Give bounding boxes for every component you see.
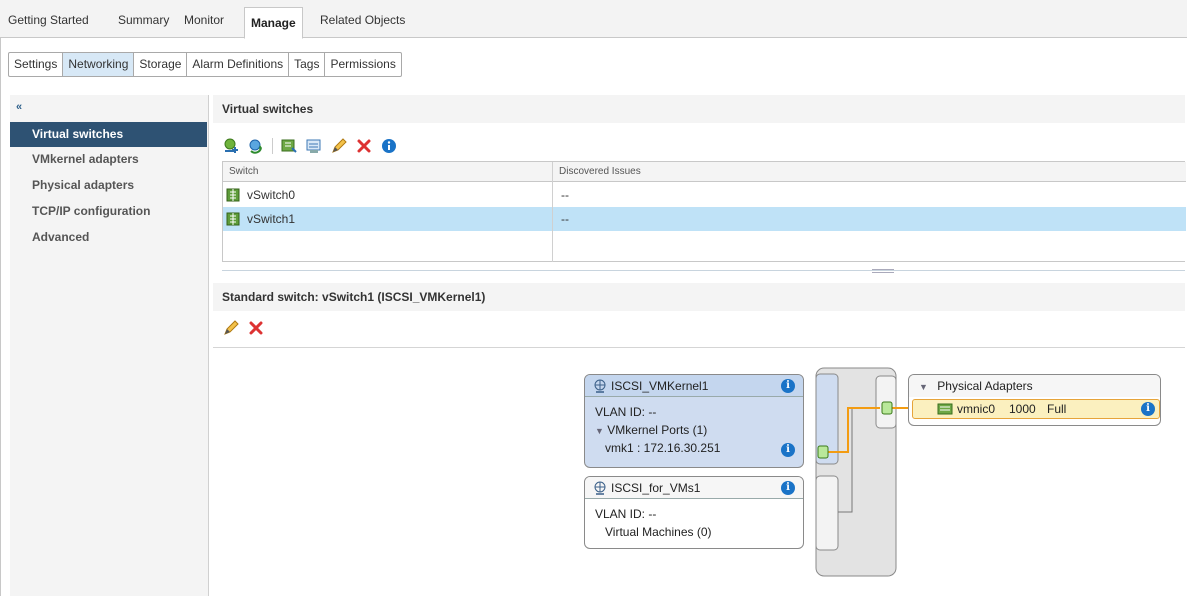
info-icon[interactable]: i [781,443,795,457]
table-row-vswitch0[interactable]: vSwitch0 -- [223,183,1186,207]
info-icon[interactable]: i [781,379,795,393]
nav-item-advanced[interactable]: Advanced [10,225,207,250]
nav-item-vmkernel-adapters[interactable]: VMkernel adapters [10,147,207,172]
diagram-divider [213,347,1185,348]
nav-item-virtual-switches[interactable]: Virtual switches [10,122,207,147]
subtab-storage[interactable]: Storage [133,52,188,77]
add-physical-adapter-icon[interactable] [280,137,298,155]
info-icon[interactable]: i [781,481,795,495]
switch-port-panel-2 [815,475,839,551]
physical-adapters-box: ▼ Physical Adapters vmnic0 1000 Full i [908,374,1161,426]
nav-item-tcpip-configuration[interactable]: TCP/IP configuration [10,199,207,224]
column-header-switch[interactable]: Switch [223,162,552,182]
virtual-switches-header: Virtual switches [213,95,1185,123]
migrate-icon[interactable] [305,137,323,155]
virtual-switch-icon [226,212,240,226]
virtual-switches-toolbar [222,136,405,156]
standard-switch-toolbar [222,318,272,338]
left-nav: « Virtual switches VMkernel adapters Phy… [10,95,209,596]
physical-adapters-title[interactable]: ▼ Physical Adapters [909,375,1160,397]
nic-card-icon [937,403,953,415]
add-host-networking-icon[interactable] [222,137,240,155]
tab-getting-started[interactable]: Getting Started [2,6,95,34]
tab-monitor[interactable]: Monitor [178,6,230,34]
vmkernel-ports-toggle[interactable]: ▼ VMkernel Ports (1) [595,423,707,437]
adapter-name: vmnic0 [957,402,996,416]
virtual-switch-icon [226,188,240,202]
column-header-discovered-issues[interactable]: Discovered Issues [553,162,1186,182]
port-group-title: ISCSI_VMKernel1 [585,375,803,397]
sub-tab-bar: Settings Networking Storage Alarm Defini… [8,52,402,77]
edit-pencil-icon[interactable] [330,137,348,155]
vlan-id: VLAN ID: -- [595,405,657,419]
nav-item-physical-adapters[interactable]: Physical adapters [10,173,207,198]
info-icon[interactable] [380,137,398,155]
expand-triangle-icon: ▼ [595,426,604,436]
discovered-issues-value: -- [561,212,569,226]
switch-name: vSwitch0 [247,188,296,202]
subtab-settings[interactable]: Settings [8,52,64,77]
subtab-networking[interactable]: Networking [62,52,135,77]
standard-switch-header: Standard switch: vSwitch1 (ISCSI_VMKerne… [213,283,1185,311]
info-icon[interactable]: i [1141,402,1155,416]
column-divider [552,162,553,262]
subtab-permissions[interactable]: Permissions [324,52,402,77]
virtual-machines-label: Virtual Machines (0) [605,525,712,539]
tab-summary[interactable]: Summary [112,6,175,34]
table-row-vswitch1[interactable]: vSwitch1 -- [223,207,1186,231]
port-group-name: ISCSI_for_VMs1 [611,481,701,495]
delete-x-icon[interactable] [355,137,373,155]
port-group-title: ISCSI_for_VMs1 [585,477,803,499]
refresh-icon[interactable] [247,137,265,155]
splitter-grip-icon[interactable] [872,269,894,273]
left-edge-border [0,38,5,596]
delete-x-icon[interactable] [247,319,265,337]
vmkernel-port-entry[interactable]: vmk1 : 172.16.30.251 [605,441,720,455]
collapse-double-chevron-icon[interactable]: « [16,101,22,113]
switch-name: vSwitch1 [247,212,296,226]
virtual-switches-table: Switch Discovered Issues vSwitch0 -- vSw… [222,161,1186,262]
vmkernel-ports-label: VMkernel Ports (1) [607,423,708,437]
port-connector-icon [817,445,829,459]
port-group-iscsi-vmkernel1[interactable]: ISCSI_VMKernel1 i VLAN ID: -- ▼ VMkernel… [584,374,804,468]
physical-adapters-label: Physical Adapters [937,379,1033,393]
uplink-connector-icon [881,401,893,415]
top-tab-bar: Getting Started Summary Monitor Manage R… [0,0,1187,39]
subtab-tags[interactable]: Tags [288,52,326,77]
expand-triangle-icon: ▼ [919,382,928,392]
subtab-alarm-definitions[interactable]: Alarm Definitions [186,52,290,77]
adapter-speed: 1000 [1009,402,1036,416]
network-globe-icon [594,481,606,495]
tab-related-objects[interactable]: Related Objects [314,6,411,34]
toolbar-separator [272,138,273,154]
vlan-id: VLAN ID: -- [595,507,657,521]
network-globe-icon [594,379,606,393]
pane-splitter[interactable] [222,270,1185,271]
discovered-issues-value: -- [561,188,569,202]
adapter-duplex: Full [1047,402,1067,416]
edit-pencil-icon[interactable] [222,319,240,337]
port-group-name: ISCSI_VMKernel1 [611,379,709,393]
tab-manage[interactable]: Manage [244,7,303,39]
port-group-iscsi-for-vms1[interactable]: ISCSI_for_VMs1 i VLAN ID: -- Virtual Mac… [584,476,804,549]
physical-adapter-vmnic0[interactable]: vmnic0 1000 Full i [912,399,1160,419]
